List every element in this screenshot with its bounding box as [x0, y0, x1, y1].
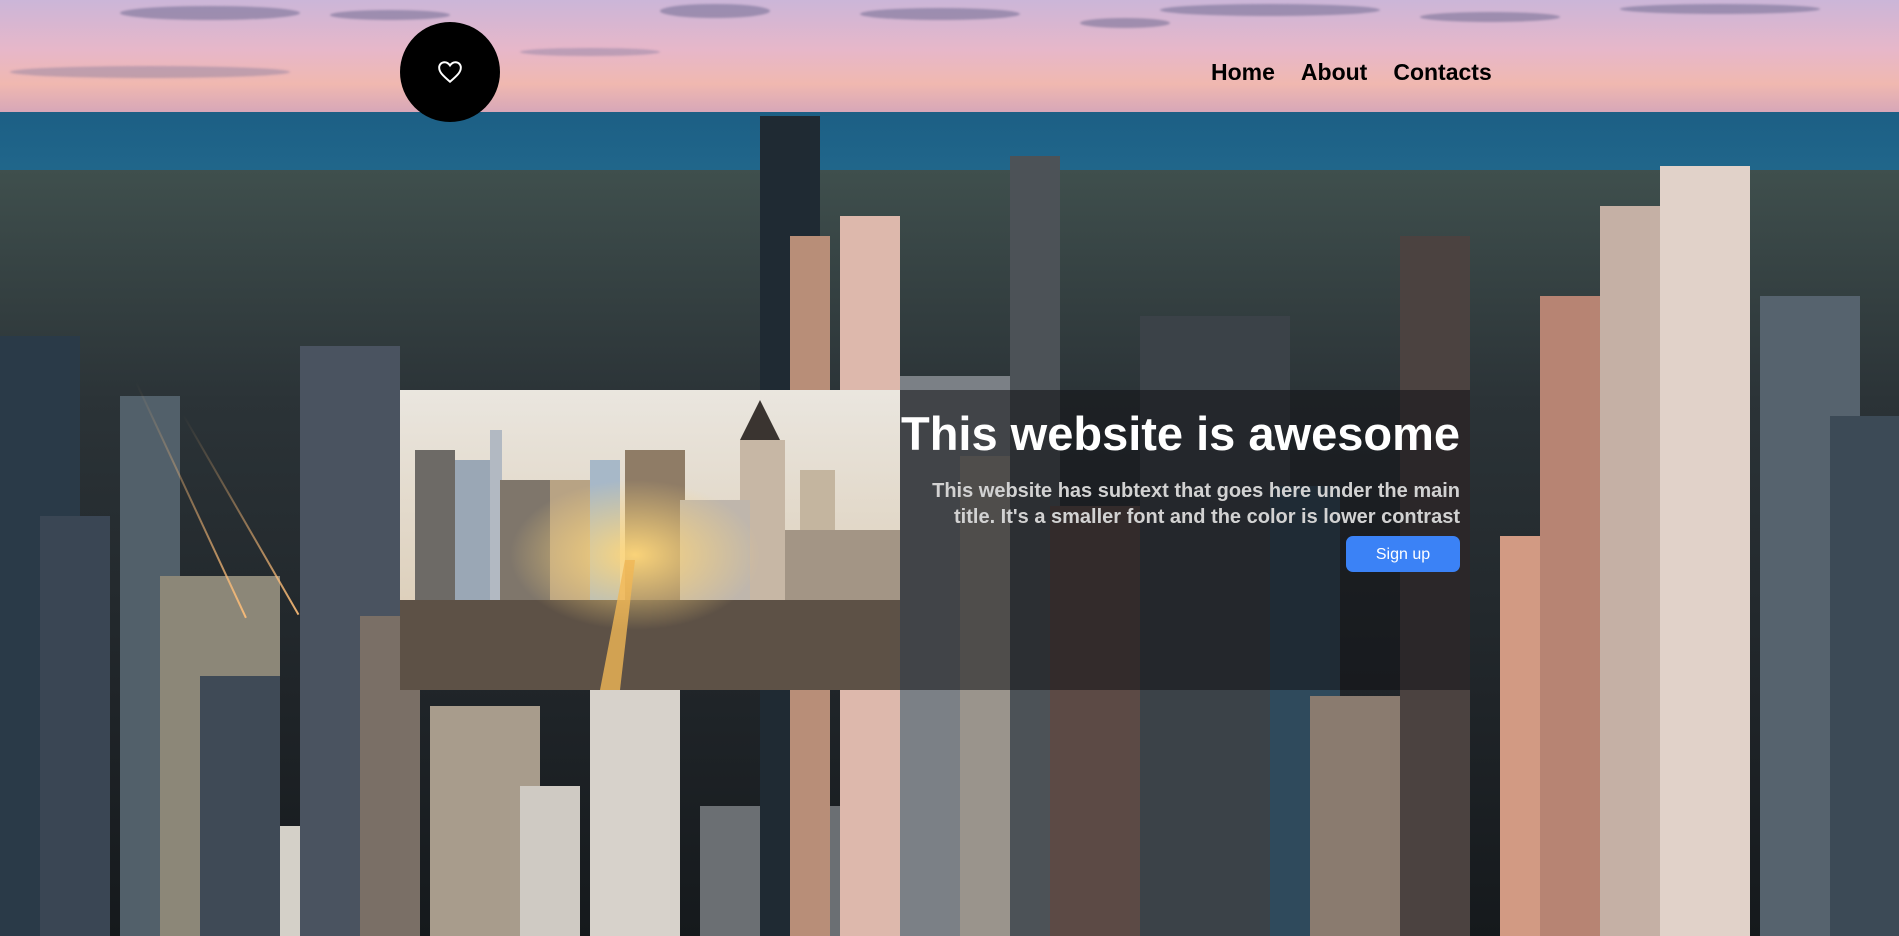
sky	[0, 0, 1899, 112]
signup-button[interactable]: Sign up	[1346, 536, 1460, 572]
hero-subtitle: This website has subtext that goes here …	[932, 480, 1460, 528]
hero-section: This website is awesome This website has…	[400, 390, 1470, 690]
hero-text: This website is awesome This website has…	[900, 400, 1460, 572]
logo[interactable]	[400, 22, 500, 122]
heart-icon	[438, 61, 462, 84]
nav-about[interactable]: About	[1301, 57, 1367, 87]
hero-title: This website is awesome	[901, 407, 1460, 460]
hero-image	[400, 390, 900, 690]
nav-contacts[interactable]: Contacts	[1393, 57, 1491, 87]
nav-home[interactable]: Home	[1211, 57, 1275, 87]
main-nav: Home About Contacts	[1211, 57, 1492, 87]
